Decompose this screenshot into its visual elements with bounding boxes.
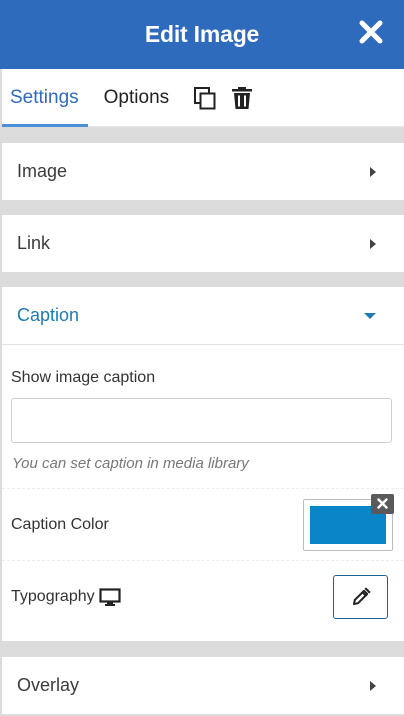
desktop-icon[interactable] <box>99 587 121 606</box>
caret-right-icon <box>370 166 376 177</box>
caption-color-row: Caption Color <box>2 488 404 560</box>
duplicate-icon[interactable] <box>193 86 217 110</box>
section-image-label: Image <box>17 161 68 181</box>
tab-settings[interactable]: Settings <box>2 69 88 127</box>
caret-down-icon <box>364 312 376 319</box>
section-overlay-header[interactable]: Overlay <box>2 657 404 714</box>
section-image-header[interactable]: Image <box>2 143 404 200</box>
caption-color-picker[interactable] <box>303 493 394 551</box>
section-overlay-label: Overlay <box>17 675 80 695</box>
dialog-header: Edit Image <box>0 0 404 69</box>
caption-panel: Show image caption You can set caption i… <box>2 344 404 632</box>
tab-bar: Settings Options <box>2 69 404 127</box>
clear-color-icon[interactable] <box>371 493 394 514</box>
tab-options[interactable]: Options <box>88 69 169 127</box>
section-image: Image <box>2 143 404 200</box>
caret-right-icon <box>370 238 376 249</box>
dialog-title: Edit Image <box>144 21 260 47</box>
section-link-label: Link <box>17 233 51 253</box>
section-caption-header[interactable]: Caption <box>2 287 404 344</box>
show-caption-label: Show image caption <box>11 369 156 386</box>
caret-right-icon <box>370 680 376 691</box>
section-link: Link <box>2 215 404 272</box>
caption-hint: You can set caption in media library <box>12 455 249 472</box>
section-caption: Caption Show image caption You can set c… <box>2 287 404 641</box>
section-overlay: Overlay <box>2 657 404 714</box>
typography-edit-button[interactable] <box>333 574 388 619</box>
typography-row: Typography <box>2 560 404 632</box>
close-icon[interactable] <box>358 19 384 45</box>
typography-label: Typography <box>11 587 95 605</box>
pencil-icon <box>352 586 371 605</box>
caption-input[interactable] <box>11 398 392 443</box>
trash-icon[interactable] <box>230 86 254 110</box>
section-link-header[interactable]: Link <box>2 215 404 272</box>
section-caption-label: Caption <box>17 305 80 325</box>
caption-color-label: Caption Color <box>11 515 109 533</box>
